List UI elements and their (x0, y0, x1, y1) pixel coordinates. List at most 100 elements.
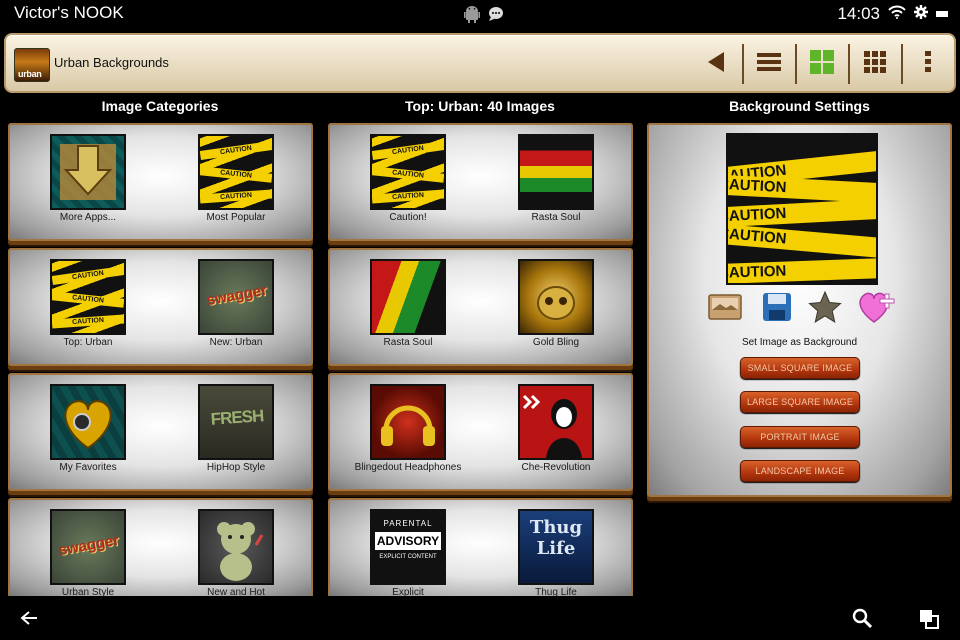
wifi-icon (888, 4, 906, 24)
swagger-thumbnail: swagger (50, 509, 126, 585)
divider (848, 44, 850, 84)
settings-title: Background Settings (729, 98, 870, 114)
device-name: Victor's NOOK (14, 3, 124, 22)
category-shelf: swagger Urban Style New and Hot (8, 498, 313, 598)
set-background-label: Set Image as Background (741, 337, 858, 348)
download-arrow-icon (60, 144, 116, 200)
portrait-button[interactable]: PORTRAIT IMAGE (740, 426, 860, 448)
list-view-button[interactable] (747, 45, 791, 83)
wallpaper-icon (708, 293, 742, 326)
category-item[interactable]: swagger New: Urban (166, 259, 306, 348)
preview-image: CAUTION CAUTION CAUTION CAUTION CAUTION (726, 133, 878, 285)
category-item[interactable]: FRESH HipHop Style (166, 384, 306, 473)
portrait-icon (522, 394, 582, 458)
action-bar: urban Urban Backgrounds (4, 33, 956, 93)
grid-view-button[interactable] (800, 45, 844, 83)
grid-view-icon (810, 49, 834, 79)
rasta-thumbnail (518, 134, 594, 210)
category-label: Most Popular (206, 212, 266, 223)
bear-thumbnail (198, 509, 274, 585)
heart-add-icon (857, 290, 897, 329)
image-item[interactable]: Thug Life Thug Life (486, 509, 626, 598)
image-label: Rasta Soul (531, 212, 581, 223)
category-label: More Apps... (59, 212, 117, 223)
background-settings-panel: CAUTION CAUTION CAUTION CAUTION CAUTION … (647, 123, 952, 497)
image-item[interactable]: CAUTION CAUTION CAUTION Caution! (338, 134, 478, 223)
caution-thumbnail: CAUTION CAUTION CAUTION (370, 134, 446, 210)
overflow-menu-icon (925, 50, 931, 78)
image-item[interactable]: PARENTAL ADVISORY EXPLICIT CONTENT Expli… (338, 509, 478, 598)
image-shelf: Blingedout Headphones Che-Revolution (328, 373, 633, 491)
image-item[interactable]: Blingedout Headphones (338, 384, 478, 473)
category-item[interactable]: CAUTION CAUTION CAUTION Top: Urban (18, 259, 158, 348)
category-item[interactable]: New and Hot (166, 509, 306, 598)
thug-life-thumbnail: Thug Life (518, 509, 594, 585)
small-square-button[interactable]: SMALL SQUARE IMAGE (740, 357, 860, 379)
back-arrow-button[interactable] (694, 45, 738, 83)
image-label: Rasta Soul (383, 337, 433, 348)
headphones-thumbnail (370, 384, 446, 460)
rasta-thumbnail (370, 259, 446, 335)
image-item[interactable]: Gold Bling (486, 259, 626, 348)
image-shelf: Rasta Soul Gold Bling (328, 248, 633, 366)
search-icon[interactable] (852, 608, 873, 633)
image-shelf: PARENTAL ADVISORY EXPLICIT CONTENT Expli… (328, 498, 633, 598)
divider (901, 44, 903, 84)
app-logo[interactable]: urban (14, 48, 50, 82)
favorite-star-button[interactable] (807, 290, 843, 329)
category-label: HipHop Style (206, 462, 266, 473)
battery-icon (936, 4, 948, 24)
save-disk-icon (762, 292, 792, 327)
category-label: My Favorites (59, 462, 117, 473)
gear-icon[interactable] (914, 4, 928, 24)
category-shelf: My Favorites FRESH HipHop Style (8, 373, 313, 491)
recent-apps-icon[interactable] (918, 608, 940, 635)
categories-title: Image Categories (101, 98, 219, 114)
category-label: New: Urban (209, 337, 263, 348)
category-label: Top: Urban (63, 337, 113, 348)
heart-icon (64, 400, 112, 450)
app-title: Urban Backgrounds (54, 55, 169, 70)
small-grid-button[interactable] (853, 45, 897, 83)
category-shelf: More Apps... CAUTION CAUTION CAUTION Mos… (8, 123, 313, 241)
image-label: Blingedout Headphones (354, 462, 462, 473)
landscape-button[interactable]: LANDSCAPE IMAGE (740, 460, 860, 482)
favorites-thumbnail (50, 384, 126, 460)
image-label: Che-Revolution (521, 462, 591, 473)
hiphop-thumbnail: FRESH (198, 384, 274, 460)
clock: 14:03 (837, 4, 880, 23)
image-label: Gold Bling (532, 337, 580, 348)
images-title: Top: Urban: 40 Images (405, 98, 555, 114)
large-square-button[interactable]: LARGE SQUARE IMAGE (740, 391, 860, 413)
gold-bling-thumbnail (518, 259, 594, 335)
star-icon (808, 290, 842, 329)
small-grid-icon (864, 50, 886, 78)
image-item[interactable]: Che-Revolution (486, 384, 626, 473)
image-item[interactable]: Rasta Soul (486, 134, 626, 223)
category-item[interactable]: My Favorites (18, 384, 158, 473)
more-apps-thumbnail (50, 134, 126, 210)
image-shelf: CAUTION CAUTION CAUTION Caution! Rasta S… (328, 123, 633, 241)
skull-icon (537, 286, 575, 320)
teddy-bear-icon (217, 522, 264, 581)
explicit-thumbnail: PARENTAL ADVISORY EXPLICIT CONTENT (370, 509, 446, 585)
wallpaper-button[interactable] (707, 291, 743, 327)
caution-thumbnail: CAUTION CAUTION CAUTION (50, 259, 126, 335)
overflow-menu-button[interactable] (906, 45, 950, 83)
list-view-icon (757, 52, 781, 77)
add-favorite-button[interactable] (859, 291, 895, 327)
back-icon[interactable] (20, 610, 38, 631)
category-item[interactable]: swagger Urban Style (18, 509, 158, 598)
image-item[interactable]: Rasta Soul (338, 259, 478, 348)
divider (795, 44, 797, 84)
headphones-icon (381, 405, 435, 446)
category-item[interactable]: More Apps... (18, 134, 158, 223)
che-thumbnail (518, 384, 594, 460)
status-bar: Victor's NOOK 14:03 (0, 0, 960, 30)
chat-icon (488, 6, 504, 27)
android-icon (464, 5, 480, 28)
category-item[interactable]: CAUTION CAUTION CAUTION Most Popular (166, 134, 306, 223)
caution-thumbnail: CAUTION CAUTION CAUTION (198, 134, 274, 210)
system-navigation-bar (0, 596, 960, 640)
save-button[interactable] (759, 291, 795, 327)
